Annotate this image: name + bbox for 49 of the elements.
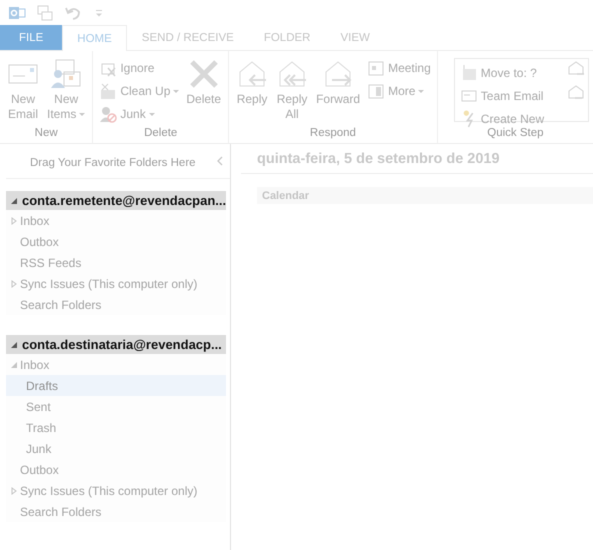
ribbon-tab[interactable]: VIEW [325,25,385,50]
folder-item[interactable]: Outbox [6,459,226,480]
ribbon-button[interactable]: Reply All [273,55,312,127]
delete-icon [188,58,220,90]
favorites-hint: Drag Your Favorite Folders Here [30,156,196,169]
ribbon-button[interactable]: Move to: ? [458,62,546,83]
folder-item[interactable]: Sync Issues (This computer only) [6,480,226,501]
folder-item[interactable]: Search Folders [6,294,226,315]
collapse-pane-icon[interactable] [216,156,224,166]
group-label: Delete [143,127,178,141]
folder-item[interactable]: Junk [6,438,226,459]
ribbon-button[interactable]: Ignore [97,57,182,78]
junk-icon [99,104,118,122]
folder-item[interactable]: Search Folders [6,501,226,522]
person-calendar-icon [50,58,82,90]
collapse-icon [10,340,18,348]
group-label: New [34,127,59,141]
collapse-icon[interactable] [10,360,20,368]
meeting-icon [367,58,386,76]
group-label: Respond [308,127,357,141]
ribbon-tab[interactable]: FOLDER [248,25,326,50]
ribbon-tab[interactable]: FILE [0,25,62,50]
folder-item[interactable]: Sent [6,396,226,417]
folder-item[interactable]: Outbox [6,231,226,252]
folder-item[interactable]: Trash [6,417,226,438]
folder-item[interactable]: Sync Issues (This computer only) [6,273,226,294]
ribbon-button[interactable]: New Email [4,55,42,127]
ribbon-tab[interactable]: HOME [62,25,127,51]
ribbon-button[interactable]: Clean Up [97,80,182,101]
folder-item[interactable]: RSS Feeds [6,252,226,273]
ribbon-button[interactable]: New Items [44,55,88,127]
folder-item[interactable]: Inbox [6,354,226,375]
ribbon-tab[interactable]: SEND / RECEIVE [126,25,249,50]
ribbon-button[interactable]: Forward [313,55,364,127]
cleanup-icon [99,82,118,100]
folder-item[interactable]: Inbox [6,210,226,231]
ribbon-button[interactable]: More [365,80,433,101]
ribbon-button[interactable]: Delete [183,55,224,127]
more-icon [367,82,386,100]
ribbon-button[interactable]: Meeting [365,57,433,78]
folder-item[interactable]: Drafts [6,375,226,396]
collapse-icon [10,196,18,204]
ribbon-button[interactable]: Junk [97,103,182,124]
ribbon-button[interactable]: Team Email [458,85,546,106]
ribbon-button[interactable]: Create New [458,108,546,129]
account-header[interactable]: conta.destinataria@revendacp... [6,335,226,354]
group-label: Quick Step [486,127,545,141]
account-header[interactable]: conta.remetente@revendacpan... [6,191,226,210]
ribbon-button[interactable]: Reply [233,55,272,127]
